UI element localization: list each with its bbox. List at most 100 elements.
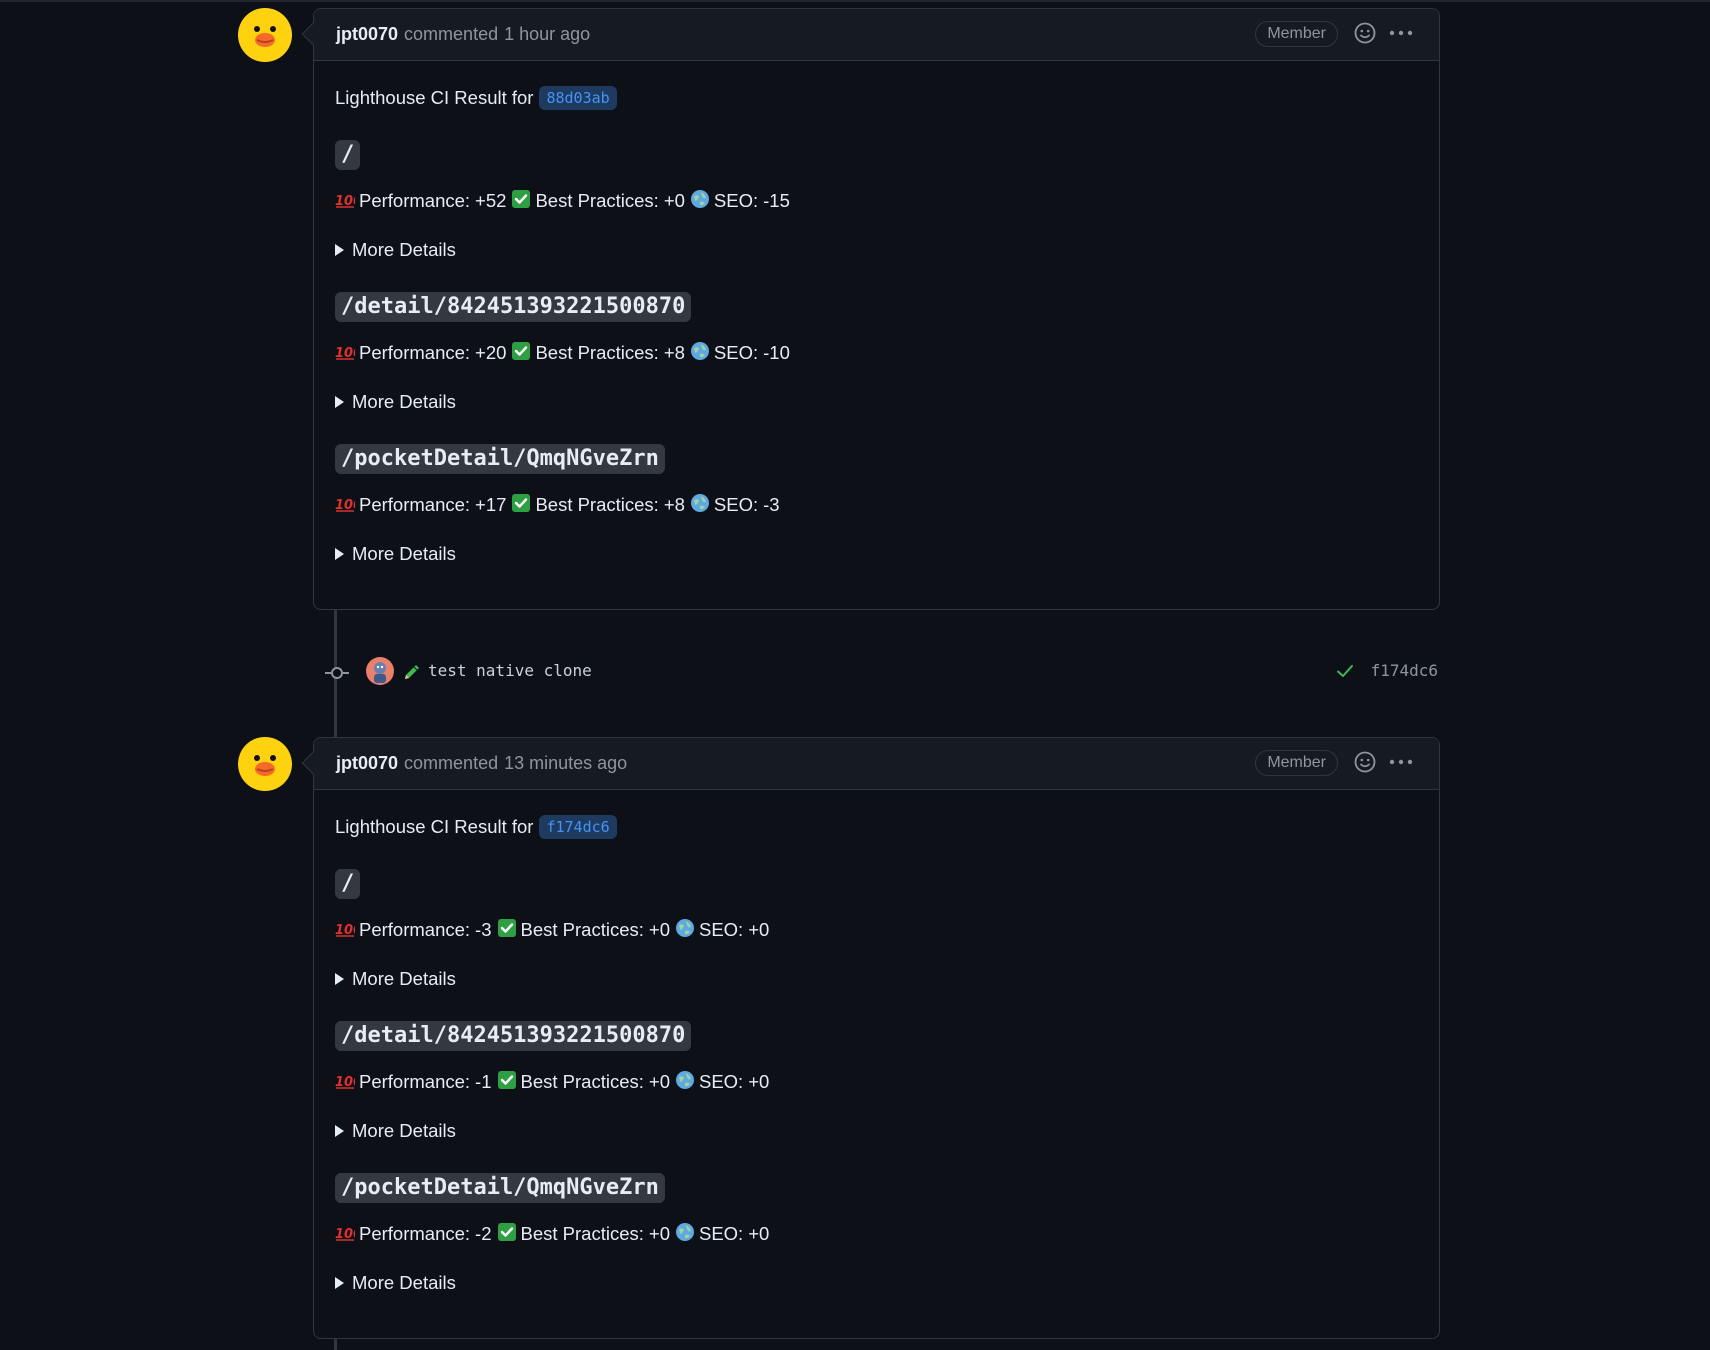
result-prefix: Lighthouse CI Result for: [335, 87, 534, 108]
bp-label: Best Practices:: [520, 1071, 644, 1092]
bp-label: Best Practices:: [535, 190, 659, 211]
comment-author[interactable]: jpt0070: [336, 24, 398, 45]
perf-value: -3: [475, 919, 492, 940]
comment-action: commented: [404, 753, 499, 773]
bp-value: +0: [648, 1071, 670, 1092]
perf-label: Performance:: [359, 342, 471, 363]
commit-sha-link[interactable]: 88d03ab: [539, 86, 617, 110]
seo-label: SEO:: [698, 1071, 744, 1092]
perf-value: -1: [475, 1071, 492, 1092]
more-details-toggle[interactable]: More Details: [335, 390, 1418, 414]
kebab-menu-icon[interactable]: [1388, 21, 1414, 50]
seo-label: SEO:: [713, 190, 759, 211]
bp-value: +8: [663, 494, 685, 515]
commit-sha-link[interactable]: f174dc6: [1371, 661, 1438, 680]
score-line: 100 Performance: -3 Best Practices: +0 S…: [335, 918, 1418, 942]
more-details-toggle[interactable]: More Details: [335, 1271, 1418, 1295]
globe-icon: [675, 1070, 695, 1095]
seo-label: SEO:: [698, 1223, 744, 1244]
commit-author-avatar[interactable]: [366, 657, 394, 690]
seo-value: -15: [763, 190, 790, 211]
hundred-points-icon: 100: [335, 1222, 362, 1247]
bp-label: Best Practices:: [535, 342, 659, 363]
route-path: /pocketDetail/QmqNGveZrn: [335, 1173, 665, 1203]
member-badge: Member: [1255, 21, 1338, 47]
perf-label: Performance:: [359, 1071, 471, 1092]
comment-body: Lighthouse CI Result for 88d03ab / 100 P…: [314, 83, 1439, 566]
avatar[interactable]: [238, 737, 292, 791]
disclosure-triangle-icon: [335, 973, 344, 985]
check-mark-button-icon: [511, 189, 531, 214]
globe-icon: [675, 918, 695, 943]
perf-label: Performance:: [359, 190, 471, 211]
comment-action: commented: [404, 24, 499, 44]
bp-value: +0: [648, 919, 670, 940]
seo-label: SEO:: [713, 494, 759, 515]
comment-body: Lighthouse CI Result for f174dc6 / 100 P…: [314, 812, 1439, 1295]
globe-icon: [690, 493, 710, 518]
result-prefix: Lighthouse CI Result for: [335, 816, 534, 837]
check-mark-button-icon: [497, 1222, 517, 1247]
check-mark-button-icon: [511, 493, 531, 518]
seo-value: -10: [763, 342, 790, 363]
hundred-points-icon: 100: [335, 341, 362, 366]
more-details-label: More Details: [352, 968, 456, 989]
seo-label: SEO:: [713, 342, 759, 363]
globe-icon: [690, 341, 710, 366]
score-line: 100 Performance: -2 Best Practices: +0 S…: [335, 1222, 1418, 1246]
commit-sha-link[interactable]: f174dc6: [539, 815, 617, 839]
top-divider: [0, 0, 1710, 2]
bp-value: +8: [663, 342, 685, 363]
perf-label: Performance:: [359, 494, 471, 515]
more-details-toggle[interactable]: More Details: [335, 542, 1418, 566]
perf-value: +17: [475, 494, 507, 515]
git-commit-icon: [325, 663, 349, 688]
seo-value: +0: [748, 1223, 770, 1244]
member-badge: Member: [1255, 750, 1338, 776]
comment-header: jpt0070 commented 13 minutes ago Member: [314, 738, 1439, 790]
hundred-points-icon: 100: [335, 918, 362, 943]
more-details-toggle[interactable]: More Details: [335, 967, 1418, 991]
bp-value: +0: [663, 190, 685, 211]
commit-message-link[interactable]: test native clone: [428, 661, 592, 680]
disclosure-triangle-icon: [335, 1277, 344, 1289]
more-details-toggle[interactable]: More Details: [335, 238, 1418, 262]
check-mark-button-icon: [497, 918, 517, 943]
add-reaction-icon[interactable]: [1353, 21, 1377, 50]
comment-timestamp[interactable]: 1 hour ago: [504, 24, 590, 45]
seo-value: +0: [748, 919, 770, 940]
score-line: 100 Performance: +20 Best Practices: +8 …: [335, 341, 1418, 365]
globe-icon: [675, 1222, 695, 1247]
route-path: /pocketDetail/QmqNGveZrn: [335, 444, 665, 474]
route-heading: /pocketDetail/QmqNGveZrn: [335, 414, 1418, 474]
check-mark-button-icon: [497, 1070, 517, 1095]
perf-value: +52: [475, 190, 507, 211]
route-heading: /detail/842451393221500870: [335, 262, 1418, 322]
avatar[interactable]: [238, 8, 292, 62]
seo-label: SEO:: [698, 919, 744, 940]
route-heading: /: [335, 113, 1418, 170]
kebab-menu-icon[interactable]: [1388, 750, 1414, 779]
bp-label: Best Practices:: [535, 494, 659, 515]
check-icon[interactable]: [1336, 662, 1354, 685]
timeline-commit: test native clone f174dc6: [320, 650, 1438, 694]
add-reaction-icon[interactable]: [1353, 750, 1377, 779]
comment-timestamp[interactable]: 13 minutes ago: [504, 753, 627, 774]
disclosure-triangle-icon: [335, 1125, 344, 1137]
more-details-label: More Details: [352, 391, 456, 412]
disclosure-triangle-icon: [335, 548, 344, 560]
more-details-label: More Details: [352, 1120, 456, 1141]
bp-label: Best Practices:: [520, 1223, 644, 1244]
check-mark-button-icon: [511, 341, 531, 366]
comment-card: jpt0070 commented 13 minutes ago Member …: [313, 737, 1440, 1339]
score-line: 100 Performance: -1 Best Practices: +0 S…: [335, 1070, 1418, 1094]
route-path: /detail/842451393221500870: [335, 1021, 692, 1051]
bp-value: +0: [648, 1223, 670, 1244]
more-details-label: More Details: [352, 1272, 456, 1293]
route-path: /: [335, 140, 361, 170]
more-details-toggle[interactable]: More Details: [335, 1119, 1418, 1143]
route-heading: /pocketDetail/QmqNGveZrn: [335, 1143, 1418, 1203]
pencil-icon: [402, 662, 422, 687]
hundred-points-icon: 100: [335, 189, 362, 214]
comment-author[interactable]: jpt0070: [336, 753, 398, 774]
